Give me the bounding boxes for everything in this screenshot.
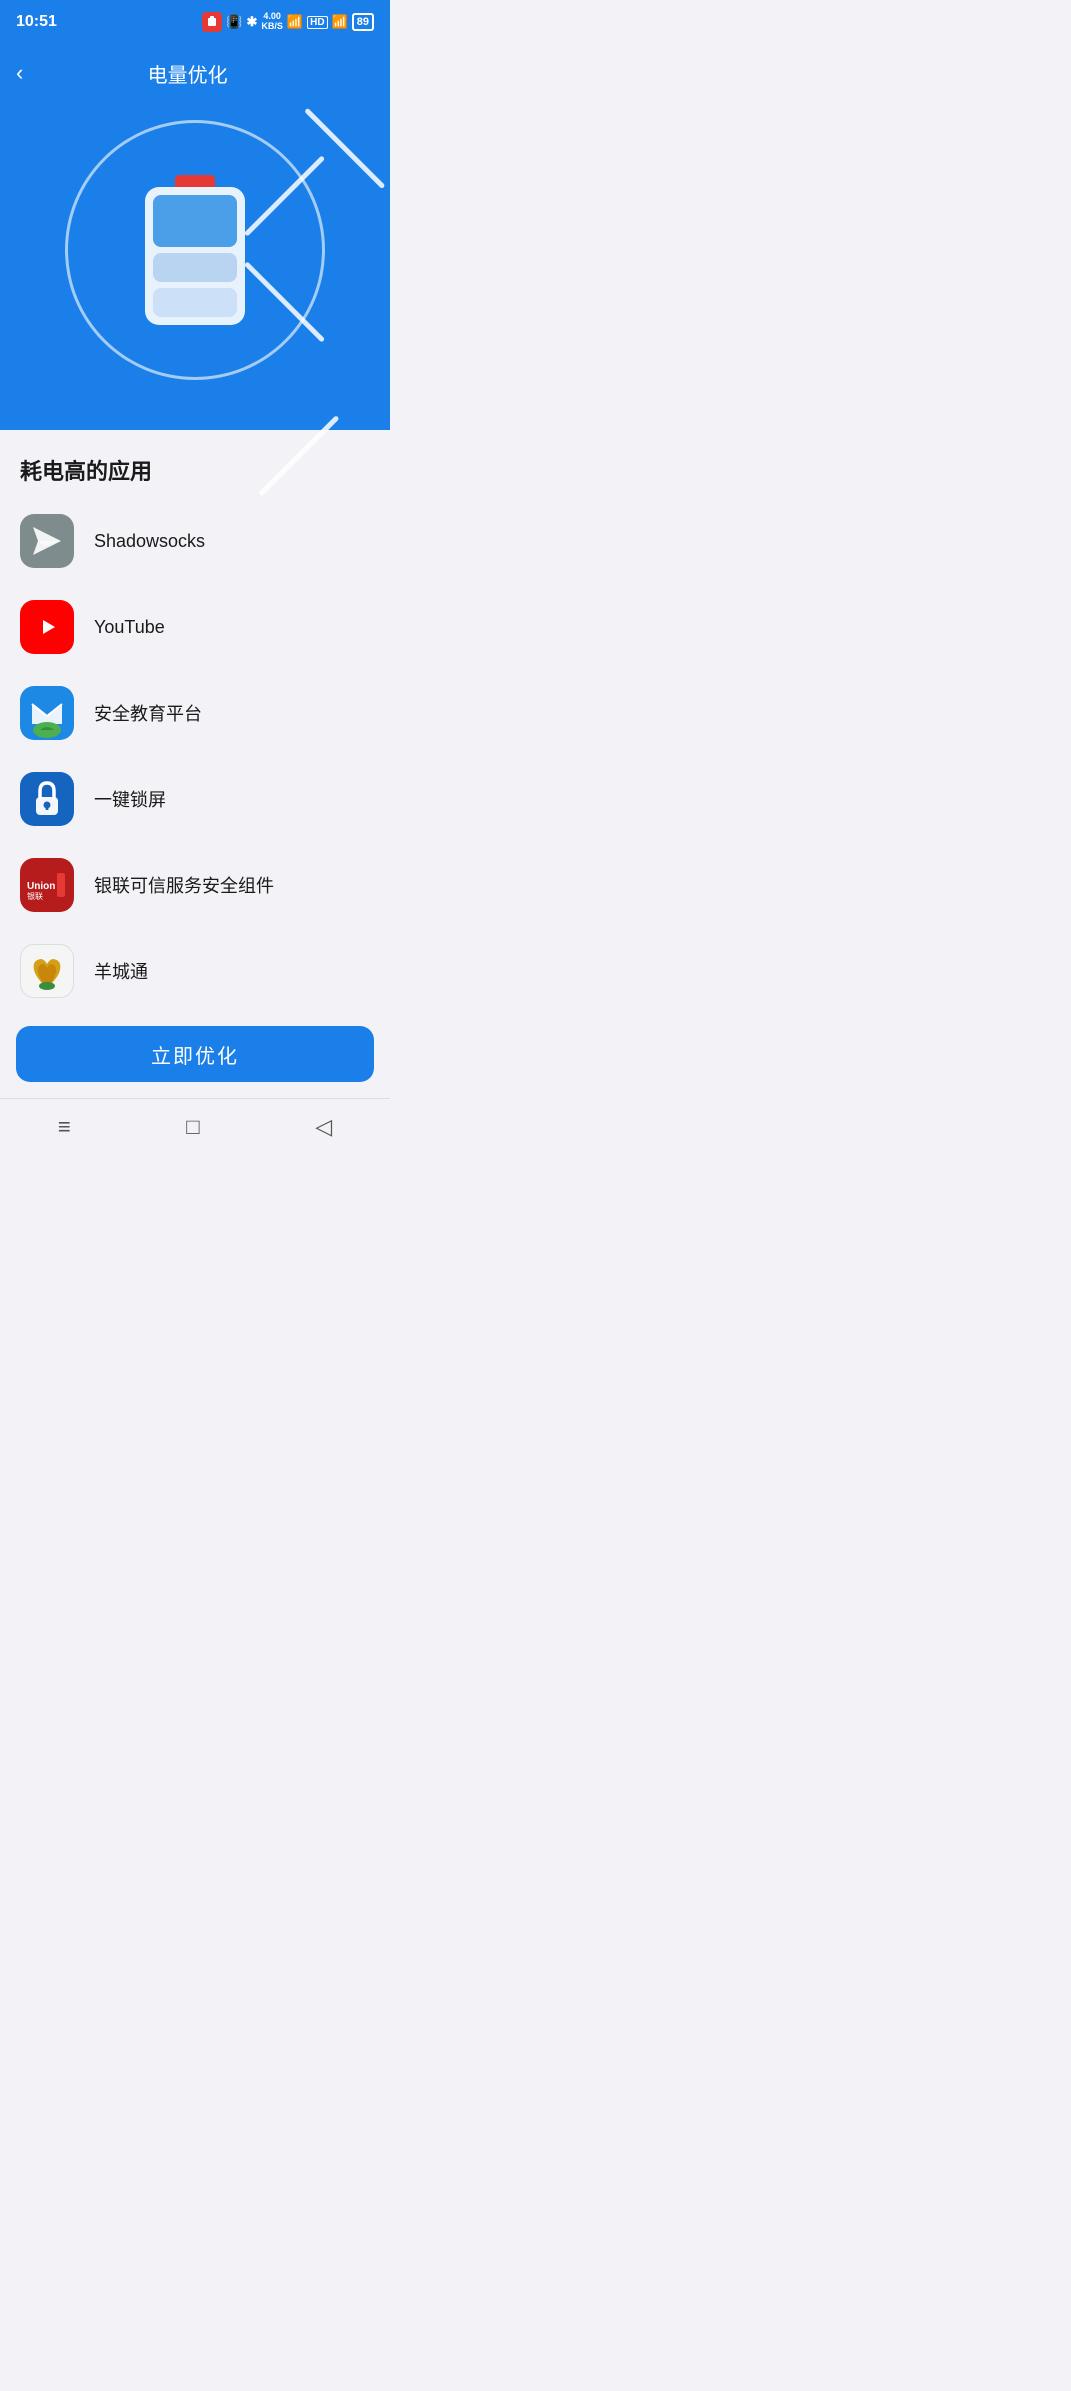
battery-level-low	[153, 288, 237, 317]
signal-icon: 📶	[332, 14, 348, 30]
list-item[interactable]: YouTube	[0, 584, 390, 670]
battery-body	[145, 187, 245, 325]
yangchengtong-logo-icon	[26, 950, 68, 992]
back-button[interactable]: ‹	[16, 56, 31, 90]
security-edu-icon	[20, 686, 74, 740]
home-button[interactable]: □	[186, 1114, 199, 1140]
page-header: ‹ 电量优化	[0, 44, 390, 90]
youtube-icon	[20, 600, 74, 654]
unionpay-icon: Union 银联	[20, 858, 74, 912]
leaf-security-icon	[22, 688, 72, 738]
section-title: 耗电高的应用	[0, 430, 390, 498]
lock-icon	[32, 781, 62, 817]
shadowsocks-icon	[20, 514, 74, 568]
x-line-bottom	[244, 261, 325, 342]
svg-text:Union: Union	[27, 881, 55, 892]
list-item[interactable]: 一键锁屏	[0, 756, 390, 842]
optimize-button-wrap: 立即优化	[0, 1014, 390, 1098]
x-line-top	[244, 155, 325, 236]
vibrate-icon: 📳	[226, 14, 242, 30]
list-item[interactable]: 安全教育平台	[0, 670, 390, 756]
battery-indicator: 89	[352, 13, 374, 31]
wifi-icon: 📶	[287, 14, 303, 30]
optimize-button[interactable]: 立即优化	[16, 1026, 374, 1082]
status-bar: 10:51 📳 ✱ 4.00KB/S 📶 HD 📶 89	[0, 0, 390, 44]
app-name-onekey-lock: 一键锁屏	[94, 786, 166, 812]
battery-illustration	[140, 175, 250, 325]
back-nav-button[interactable]: ◁	[315, 1114, 332, 1140]
paper-plane-icon	[30, 524, 64, 558]
onekey-lock-icon	[20, 772, 74, 826]
play-icon	[31, 616, 63, 638]
page-title: 电量优化	[31, 59, 344, 88]
svg-text:银联: 银联	[27, 891, 43, 901]
network-speed: 4.00KB/S	[261, 12, 283, 32]
app-name-unionpay: 银联可信服务安全组件	[94, 872, 274, 898]
app-list: Shadowsocks YouTube 安全教育平台	[0, 498, 390, 1014]
battery-level-high	[153, 195, 237, 247]
bottom-nav: ≡ □ ◁	[0, 1098, 390, 1154]
yangchengtong-icon	[20, 944, 74, 998]
notification-badge	[202, 12, 222, 32]
app-name-security-edu: 安全教育平台	[94, 700, 202, 726]
list-item[interactable]: Union 银联 银联可信服务安全组件	[0, 842, 390, 928]
app-name-youtube: YouTube	[94, 617, 165, 638]
menu-button[interactable]: ≡	[58, 1114, 71, 1140]
hero-circle	[65, 120, 325, 380]
hd-badge: HD	[307, 16, 327, 29]
status-icons: 📳 ✱ 4.00KB/S 📶 HD 📶 89	[202, 12, 374, 32]
unionpay-logo-icon: Union 银联	[25, 869, 69, 901]
battery-level-mid	[153, 253, 237, 282]
list-item[interactable]: 羊城通	[0, 928, 390, 1014]
battery-terminal	[175, 175, 215, 187]
list-item[interactable]: Shadowsocks	[0, 498, 390, 584]
app-name-shadowsocks: Shadowsocks	[94, 531, 205, 552]
app-name-yangchengtong: 羊城通	[94, 958, 148, 984]
status-time: 10:51	[16, 13, 57, 31]
bluetooth-icon: ✱	[247, 14, 258, 30]
hero-section	[0, 90, 390, 430]
